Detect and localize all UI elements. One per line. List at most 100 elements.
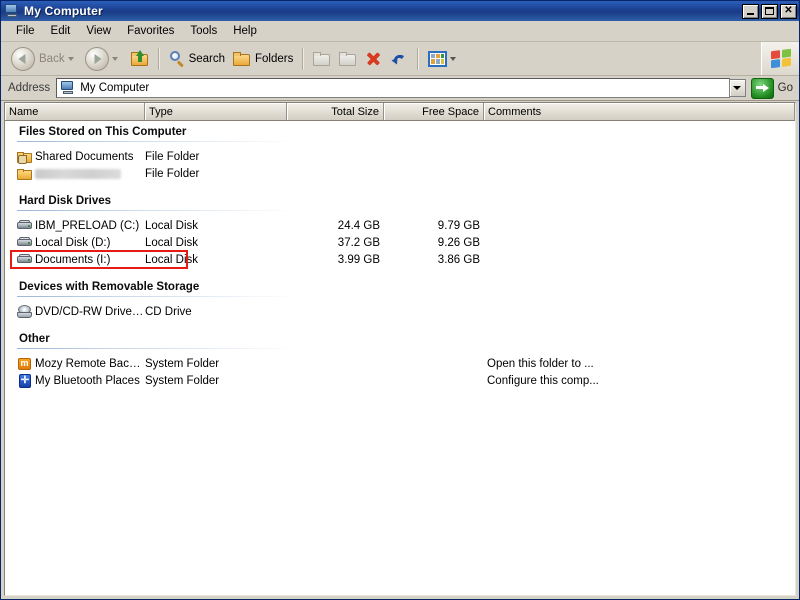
my-computer-icon (60, 80, 76, 96)
explorer-window: My Computer ✕ File Edit View Favorites T… (0, 0, 800, 600)
forward-dropdown-icon[interactable] (111, 56, 118, 61)
cell-total-size: 37.2 GB (337, 236, 380, 249)
maximize-button[interactable] (761, 3, 778, 19)
table-row[interactable]: Local Disk (D:) Local Disk 37.2 GB 9.26 GB (5, 234, 795, 251)
cell-name: Local Disk (D:) (5, 235, 145, 251)
item-name-redacted (35, 168, 121, 179)
menu-help[interactable]: Help (225, 23, 265, 39)
file-group: Files Stored on This Computer Shared Docu… (5, 121, 795, 190)
search-label: Search (188, 52, 226, 65)
address-input[interactable]: My Computer (56, 78, 730, 98)
window-controls: ✕ (742, 3, 797, 19)
mozy-icon: m (17, 356, 33, 372)
table-row[interactable]: ✛ My Bluetooth Places System Folder Configu… (5, 372, 795, 389)
move-to-button[interactable] (309, 46, 335, 72)
undo-button[interactable] (386, 46, 412, 72)
cell-name: ✛ My Bluetooth Places (5, 373, 145, 389)
address-dropdown-button[interactable] (728, 79, 746, 97)
item-name: Mozy Remote Backup (35, 357, 145, 370)
folders-icon (233, 51, 251, 66)
column-header-row: Name Type Total Size Free Space Comments (5, 103, 795, 121)
menu-favorites[interactable]: Favorites (119, 23, 182, 39)
forward-button[interactable] (81, 46, 125, 72)
window-title: My Computer (24, 4, 103, 18)
windows-brand-box (761, 42, 799, 75)
cell-free-space: 9.26 GB (437, 236, 480, 249)
hard-drive-icon (17, 235, 33, 251)
toolbar-separator-3 (417, 47, 420, 70)
group-header: Hard Disk Drives (19, 195, 112, 207)
copy-to-button[interactable] (335, 46, 361, 72)
title-bar[interactable]: My Computer ✕ (1, 1, 799, 21)
cell-type: File Folder (145, 167, 200, 180)
item-name: Documents (I:) (35, 253, 111, 266)
go-button[interactable]: Go (750, 77, 793, 99)
cell-name (5, 166, 145, 182)
file-group: Other m Mozy Remote Backup System Folder Ope… (5, 328, 795, 397)
file-list-view: Name Type Total Size Free Space Comments… (4, 102, 796, 596)
table-row[interactable]: Documents (I:) Local Disk 3.99 GB 3.86 GB (5, 251, 795, 268)
item-name: Shared Documents (35, 150, 134, 163)
column-header-comments[interactable]: Comments (484, 103, 795, 120)
menu-tools[interactable]: Tools (182, 23, 225, 39)
table-row[interactable]: DVD/CD-RW Drive (E:) CD Drive (5, 303, 795, 320)
table-row[interactable]: File Folder (5, 165, 795, 182)
delete-button[interactable] (361, 46, 386, 72)
up-one-level-icon (130, 50, 149, 66)
cell-total-size: 24.4 GB (337, 219, 380, 232)
menu-file[interactable]: File (8, 23, 43, 39)
column-header-type[interactable]: Type (145, 103, 287, 120)
up-button[interactable] (125, 46, 153, 72)
file-group: Hard Disk Drives IBM_PRELOAD (C:) Local Di… (5, 190, 795, 276)
chevron-down-icon (733, 86, 742, 90)
hard-drive-icon (17, 252, 33, 268)
forward-arrow-icon (84, 46, 109, 71)
cell-type: System Folder (145, 374, 220, 387)
views-icon (428, 50, 448, 67)
item-name: Local Disk (D:) (35, 236, 111, 249)
back-arrow-icon (11, 46, 35, 71)
cell-name: Shared Documents (5, 149, 145, 165)
minimize-button[interactable] (742, 3, 759, 19)
cell-type: Local Disk (145, 236, 199, 249)
toolbar-separator-2 (302, 47, 305, 70)
delete-x-icon (365, 50, 382, 67)
back-button[interactable]: Back (7, 46, 81, 72)
back-dropdown-icon[interactable] (67, 56, 74, 61)
cell-name: Documents (I:) (5, 252, 145, 268)
address-value: My Computer (80, 82, 150, 94)
address-label: Address (8, 82, 51, 94)
menu-edit[interactable]: Edit (43, 23, 79, 39)
group-header: Other (19, 333, 50, 345)
item-name: IBM_PRELOAD (C:) (35, 219, 140, 232)
close-button[interactable]: ✕ (780, 3, 797, 19)
my-computer-icon (4, 3, 20, 19)
table-row[interactable]: m Mozy Remote Backup System Folder Open thi… (5, 355, 795, 372)
table-row[interactable]: IBM_PRELOAD (C:) Local Disk 24.4 GB 9.79 GB (5, 217, 795, 234)
column-header-name[interactable]: Name (5, 103, 145, 120)
group-header: Files Stored on This Computer (19, 126, 187, 138)
table-row[interactable]: Shared Documents File Folder (5, 148, 795, 165)
shared-folder-icon (17, 149, 33, 165)
views-dropdown-icon[interactable] (450, 56, 457, 61)
folders-button[interactable]: Folders (229, 46, 297, 72)
cell-comment: Open this folder to ... (487, 357, 594, 370)
move-to-folder-icon (313, 51, 331, 66)
search-button[interactable]: Search (165, 46, 229, 72)
cell-comment: Configure this comp... (487, 374, 599, 387)
address-bar: Address My Computer Go (1, 76, 799, 101)
search-magnifier-icon (169, 50, 185, 67)
cell-name: DVD/CD-RW Drive (E:) (5, 304, 145, 320)
item-name: My Bluetooth Places (35, 374, 140, 387)
views-button[interactable] (424, 46, 463, 72)
undo-arrow-icon (390, 51, 408, 67)
go-arrow-icon (750, 77, 774, 99)
cell-type: System Folder (145, 357, 220, 370)
column-header-total-size[interactable]: Total Size (287, 103, 384, 120)
menu-view[interactable]: View (78, 23, 119, 39)
cell-type: Local Disk (145, 253, 199, 266)
cell-name: m Mozy Remote Backup (5, 356, 145, 372)
column-header-free-space[interactable]: Free Space (384, 103, 484, 120)
back-label: Back (39, 52, 65, 65)
file-rows-container: Files Stored on This Computer Shared Docu… (5, 121, 795, 595)
